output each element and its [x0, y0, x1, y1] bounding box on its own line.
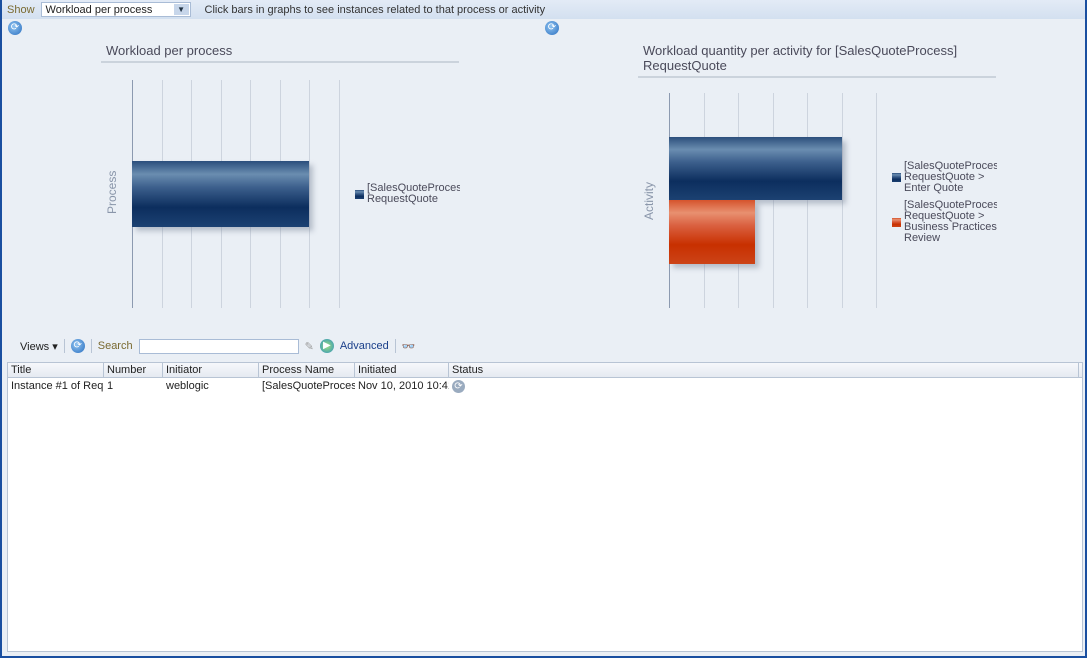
y-axis-label: Activity: [642, 181, 656, 220]
legend-swatch: [355, 189, 364, 199]
column-header[interactable]: Title: [8, 363, 104, 377]
clear-icon[interactable]: ✎: [305, 340, 314, 353]
column-header[interactable]: Process Name: [259, 363, 355, 377]
legend-swatch: [892, 217, 901, 227]
hint-text: Click bars in graphs to see instances re…: [204, 3, 546, 16]
table-header: Title Number Initiator Process Name Initiate…: [8, 363, 1082, 378]
status-icon: ⟳: [449, 378, 1079, 395]
divider: [63, 339, 65, 353]
legend-swatch: [892, 173, 901, 182]
views-menu[interactable]: Views ▾: [20, 340, 58, 353]
column-header[interactable]: Status: [449, 363, 1079, 377]
table-cell: [SalesQuoteProcess]: [262, 380, 355, 392]
search-input[interactable]: [138, 338, 299, 354]
divider: [90, 339, 92, 353]
gridline: [772, 93, 774, 308]
y-axis-label: Process: [105, 170, 119, 214]
show-select-value: Workload per process: [45, 3, 153, 16]
top-bar: Show Workload per process ▼ Click bars in…: [2, 0, 1085, 19]
table-cell: Nov 10, 2010 10:41 AM: [358, 380, 449, 392]
table-row[interactable]: Instance #1 of RequestQuote1 weblogic [Sal…: [8, 378, 1082, 395]
legend: [SalesQuoteProces RequestQuote: [355, 183, 460, 211]
table-cell: weblogic: [166, 380, 209, 392]
show-label: Show: [7, 3, 35, 16]
plot-area: [132, 80, 342, 308]
gridline: [807, 93, 808, 308]
gridline: [339, 80, 340, 308]
binoculars-icon[interactable]: 👓: [402, 340, 416, 353]
chart-title: Workload per process: [101, 43, 459, 63]
legend-label: [SalesQuoteProces RequestQuote > Business …: [904, 199, 997, 244]
advanced-link[interactable]: Advanced: [340, 340, 389, 352]
search-label: Search: [97, 340, 133, 352]
legend-item[interactable]: [SalesQuoteProces RequestQuote > Business …: [892, 200, 997, 244]
column-header[interactable]: Number: [104, 363, 163, 377]
bar[interactable]: [669, 200, 756, 264]
refresh-icon[interactable]: ⟳: [70, 339, 85, 353]
column-header[interactable]: Initiator: [163, 363, 259, 377]
gridline: [309, 80, 311, 308]
legend: [SalesQuoteProces RequestQuote > Enter Quo…: [892, 161, 997, 250]
chevron-down-icon[interactable]: ▼: [173, 4, 189, 15]
table-toolbar: Views ▾ ⟳ Search ✎ ▶ Advanced 👓: [2, 337, 415, 355]
table-cell: Instance #1 of RequestQuote: [11, 380, 104, 392]
chart-title: Workload quantity per activity for [Sale…: [638, 43, 996, 78]
go-icon[interactable]: ▶: [319, 339, 334, 353]
refresh-icon[interactable]: ⟳: [545, 21, 559, 35]
gridline: [841, 93, 843, 308]
legend-item[interactable]: [SalesQuoteProces RequestQuote > Enter Quo…: [892, 161, 997, 194]
table-cell: 1: [107, 380, 114, 392]
column-header[interactable]: Initiated: [355, 363, 449, 377]
divider: [394, 339, 396, 353]
table-body: Instance #1 of RequestQuote1 weblogic [Sal…: [8, 378, 1082, 395]
legend-item[interactable]: [SalesQuoteProces RequestQuote: [355, 183, 460, 205]
bar[interactable]: [132, 161, 310, 227]
show-select[interactable]: Workload per process ▼: [40, 2, 191, 17]
legend-label: [SalesQuoteProces RequestQuote > Enter Quo…: [904, 161, 997, 194]
instances-table: Title Number Initiator Process Name Initiate…: [7, 362, 1083, 652]
bar[interactable]: [669, 137, 842, 200]
refresh-icon[interactable]: ⟳: [8, 21, 22, 35]
legend-label: [SalesQuoteProces RequestQuote: [367, 183, 460, 205]
gridline: [876, 93, 877, 308]
plot-area: [669, 93, 879, 308]
